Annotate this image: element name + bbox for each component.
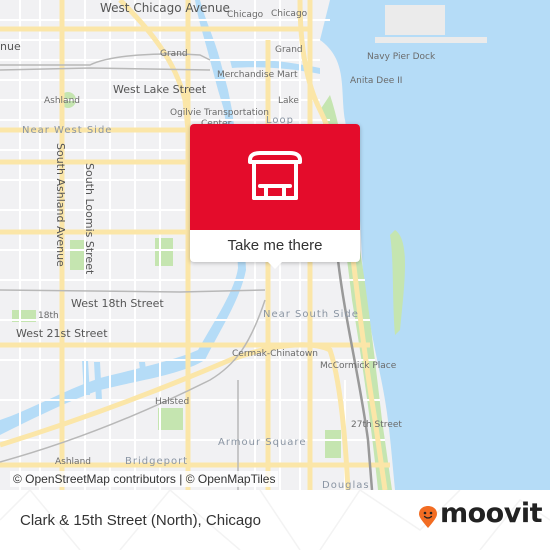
map-label: Navy Pier Dock: [367, 52, 436, 62]
map-label: West 21st Street: [16, 327, 108, 340]
map-label: Chicago: [271, 9, 308, 19]
map-label: Merchandise Mart: [217, 70, 298, 80]
map-label: South Ashland Avenue: [54, 143, 67, 267]
map-view[interactable]: West Chicago Avenue Chicago Chicago nue …: [0, 0, 550, 490]
map-label: Lake: [278, 96, 299, 106]
moovit-logo-icon: [419, 506, 437, 528]
popup-pointer: [267, 261, 283, 269]
map-label: West Lake Street: [113, 83, 207, 96]
map-label: Near West Side: [22, 125, 113, 136]
map-label: Ashland: [55, 457, 91, 467]
stop-title: Clark & 15th Street (North), Chicago: [20, 512, 261, 529]
moovit-logo-text[interactable]: moovit: [440, 498, 543, 529]
map-label: 18th: [38, 311, 59, 321]
map-label: West 18th Street: [71, 297, 164, 310]
map-label: Near South Side: [263, 309, 359, 320]
map-label: South Loomis Street: [83, 163, 96, 275]
map-label: Anita Dee II: [350, 76, 403, 86]
map-label: Grand: [275, 45, 303, 55]
map-label: Cermak-Chinatown: [232, 349, 318, 359]
bus-stop-shelter-icon: [248, 151, 302, 200]
map-label: Halsted: [155, 397, 190, 407]
map-label: McCormick Place: [320, 361, 397, 371]
map-label: nue: [0, 40, 21, 53]
take-me-there-button[interactable]: Take me there: [190, 230, 360, 262]
map-attribution[interactable]: © OpenStreetMap contributors | © OpenMap…: [10, 471, 279, 487]
map-label: Ogilvie Transportation: [170, 108, 270, 118]
map-label: Grand: [160, 49, 188, 59]
map-label: Armour Square: [218, 437, 307, 448]
map-label: Ashland: [44, 96, 80, 106]
map-label: Douglas: [322, 480, 370, 490]
navy-pier: [385, 5, 445, 35]
stop-popup: Take me there: [190, 124, 360, 269]
map-label: Chicago: [227, 10, 264, 20]
map-label: 27th Street: [351, 420, 402, 430]
popup-header: [190, 124, 360, 230]
map-label: Bridgeport: [125, 456, 189, 467]
map-label: West Chicago Avenue: [100, 1, 230, 15]
